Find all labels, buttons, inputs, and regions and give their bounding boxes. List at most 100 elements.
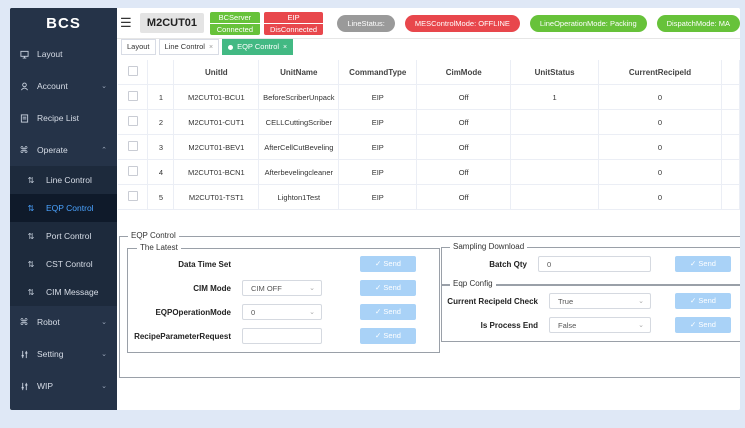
close-icon[interactable]: ×: [209, 44, 213, 51]
cell-cimmode: Off: [416, 184, 512, 210]
checkbox[interactable]: [127, 116, 138, 126]
cim-mode-send-button[interactable]: ✓ Send: [360, 280, 416, 296]
sidebar-item-label: WIP: [37, 381, 54, 391]
sidebar-subitem-cim-message[interactable]: ⇅ CIM Message: [10, 278, 117, 306]
table-row[interactable]: 5 M2CUT01-TST1 Lighton1Test EIP Off 0: [118, 184, 740, 210]
datetime-label: Data Time Set: [178, 260, 231, 269]
eqp-config-title: Eqp Config: [450, 279, 496, 288]
tab-bar: Layout Line Control × EQP Control ×: [117, 39, 740, 55]
checkbox[interactable]: [127, 191, 138, 201]
select-value: False: [558, 321, 577, 330]
row-index: 3: [147, 134, 175, 160]
sidebar-item-wip[interactable]: WIP ⌄: [10, 370, 117, 402]
eqp-operation-mode-send-button[interactable]: ✓ Send: [360, 304, 416, 320]
sidebar-item-label: Operate: [37, 145, 68, 155]
cell-commandtype: EIP: [338, 159, 418, 185]
sidebar-item-setting[interactable]: Setting ⌄: [10, 338, 117, 370]
eqp-operation-mode-label: EQPOperationMode: [155, 308, 231, 317]
select-value: 0: [251, 308, 256, 317]
recipe-parameter-request-input[interactable]: [242, 328, 322, 344]
cell-cimmode: Off: [416, 109, 512, 135]
sidebar-subitem-eqp-control[interactable]: ⇅ EQP Control: [10, 194, 117, 222]
check-icon: ✓: [690, 320, 697, 329]
command-icon: ⌘: [19, 316, 29, 327]
current-recipe-check-select[interactable]: True ⌄: [549, 293, 651, 309]
column-header: UnitName: [258, 60, 340, 85]
cell-currentrecipeid: 0: [598, 134, 722, 160]
eqp-operation-mode-select[interactable]: 0 ⌄: [242, 304, 322, 320]
sidebar-item-robot[interactable]: ⌘ Robot ⌄: [10, 306, 117, 338]
chevron-up-icon: ⌃: [101, 147, 107, 154]
sidebar-subitem-port-control[interactable]: ⇅ Port Control: [10, 222, 117, 250]
arrows-icon: ⇅: [27, 287, 35, 297]
is-process-end-select[interactable]: False ⌄: [549, 317, 651, 333]
chevron-down-icon: ⌄: [101, 319, 107, 326]
checkbox[interactable]: [127, 141, 138, 151]
column-header: CommandType: [338, 60, 418, 85]
checkbox[interactable]: [127, 66, 138, 76]
row-index: 1: [147, 84, 175, 110]
sidebar-subitem-cst-control[interactable]: ⇅ CST Control: [10, 250, 117, 278]
datetime-send-button[interactable]: ✓ Send: [360, 256, 416, 272]
button-label: Send: [698, 296, 716, 305]
tab-layout[interactable]: Layout: [121, 39, 156, 55]
row-index: 5: [147, 184, 175, 210]
current-recipe-check-send-button[interactable]: ✓ Send: [675, 293, 731, 309]
line-operation-mode-badge: LineOperationMode: Packing: [529, 14, 647, 32]
tab-label: Line Control: [164, 42, 205, 51]
cell-unitid: M2CUT01-CUT1: [173, 109, 260, 135]
screenshot-frame: BCS Layout Account ⌄ Recipe List ⌘ Opera…: [0, 0, 745, 428]
eqp-control-title: EQP Control: [128, 231, 179, 240]
button-label: Send: [698, 259, 716, 268]
cell-unitname: AfterCellCutBeveling: [258, 134, 340, 160]
sidebar-subitem-line-control[interactable]: ⇅ Line Control: [10, 166, 117, 194]
brand-logo: BCS: [10, 8, 117, 38]
table-row[interactable]: 1 M2CUT01-BCU1 BeforeScriberUnpack EIP O…: [118, 84, 740, 110]
sidebar-subitem-label: Line Control: [46, 175, 92, 185]
sidebar-item-operate[interactable]: ⌘ Operate ⌃: [10, 134, 117, 166]
eip-connection: DisConnected: [269, 24, 318, 34]
table-row[interactable]: 2 M2CUT01-CUT1 CELLCuttingScriber EIP Of…: [118, 109, 740, 135]
sidebar-item-recipe-list[interactable]: Recipe List: [10, 102, 117, 134]
sidebar-subitem-label: EQP Control: [46, 203, 94, 213]
cell-unitstatus: 1: [510, 84, 600, 110]
cell-unitstatus: [510, 109, 600, 135]
check-icon: ✓: [375, 331, 382, 340]
cell-unitid: M2CUT01-BCU1: [173, 84, 260, 110]
chevron-down-icon: ⌄: [309, 285, 315, 292]
cell-cimmode: Off: [416, 159, 512, 185]
recipe-parameter-request-send-button[interactable]: ✓ Send: [360, 328, 416, 344]
cim-mode-select[interactable]: CIM OFF ⌄: [242, 280, 322, 296]
cell-commandtype: EIP: [338, 84, 418, 110]
column-header: UnitStatus: [510, 60, 600, 85]
sidebar-item-account[interactable]: Account ⌄: [10, 70, 117, 102]
tab-eqp-control[interactable]: EQP Control ×: [222, 39, 294, 55]
batch-qty-input[interactable]: 0: [538, 256, 651, 272]
sidebar-item-label: Layout: [37, 49, 63, 59]
input-value: 0: [547, 260, 552, 269]
is-process-end-send-button[interactable]: ✓ Send: [675, 317, 731, 333]
table-row[interactable]: 4 M2CUT01-BCN1 Afterbevelingcleaner EIP …: [118, 159, 740, 185]
cell-unitname: Afterbevelingcleaner: [258, 159, 340, 185]
cell-commandtype: EIP: [338, 109, 418, 135]
close-icon[interactable]: ×: [283, 44, 287, 51]
table-row[interactable]: 3 M2CUT01-BEV1 AfterCellCutBeveling EIP …: [118, 134, 740, 160]
checkbox[interactable]: [127, 91, 138, 101]
tab-line-control[interactable]: Line Control ×: [158, 39, 220, 55]
select-all-cell[interactable]: [118, 60, 149, 85]
sliders-icon: [19, 349, 29, 359]
checkbox[interactable]: [127, 166, 138, 176]
cell-unitstatus: [510, 159, 600, 185]
chevron-down-icon: ⌄: [101, 351, 107, 358]
sidebar-item-layout[interactable]: Layout: [10, 38, 117, 70]
check-icon: ✓: [375, 283, 382, 292]
hamburger-icon[interactable]: ☰: [120, 15, 132, 31]
top-bar: ☰ M2CUT01 BCServer Connected EIP DisConn…: [117, 8, 740, 39]
arrows-icon: ⇅: [27, 175, 35, 185]
sidebar-item-label: Account: [37, 81, 68, 91]
select-value: CIM OFF: [251, 284, 282, 293]
cell-cimmode: Off: [416, 84, 512, 110]
command-icon: ⌘: [19, 144, 29, 155]
extra-header: [721, 60, 740, 85]
batch-qty-send-button[interactable]: ✓ Send: [675, 256, 731, 272]
